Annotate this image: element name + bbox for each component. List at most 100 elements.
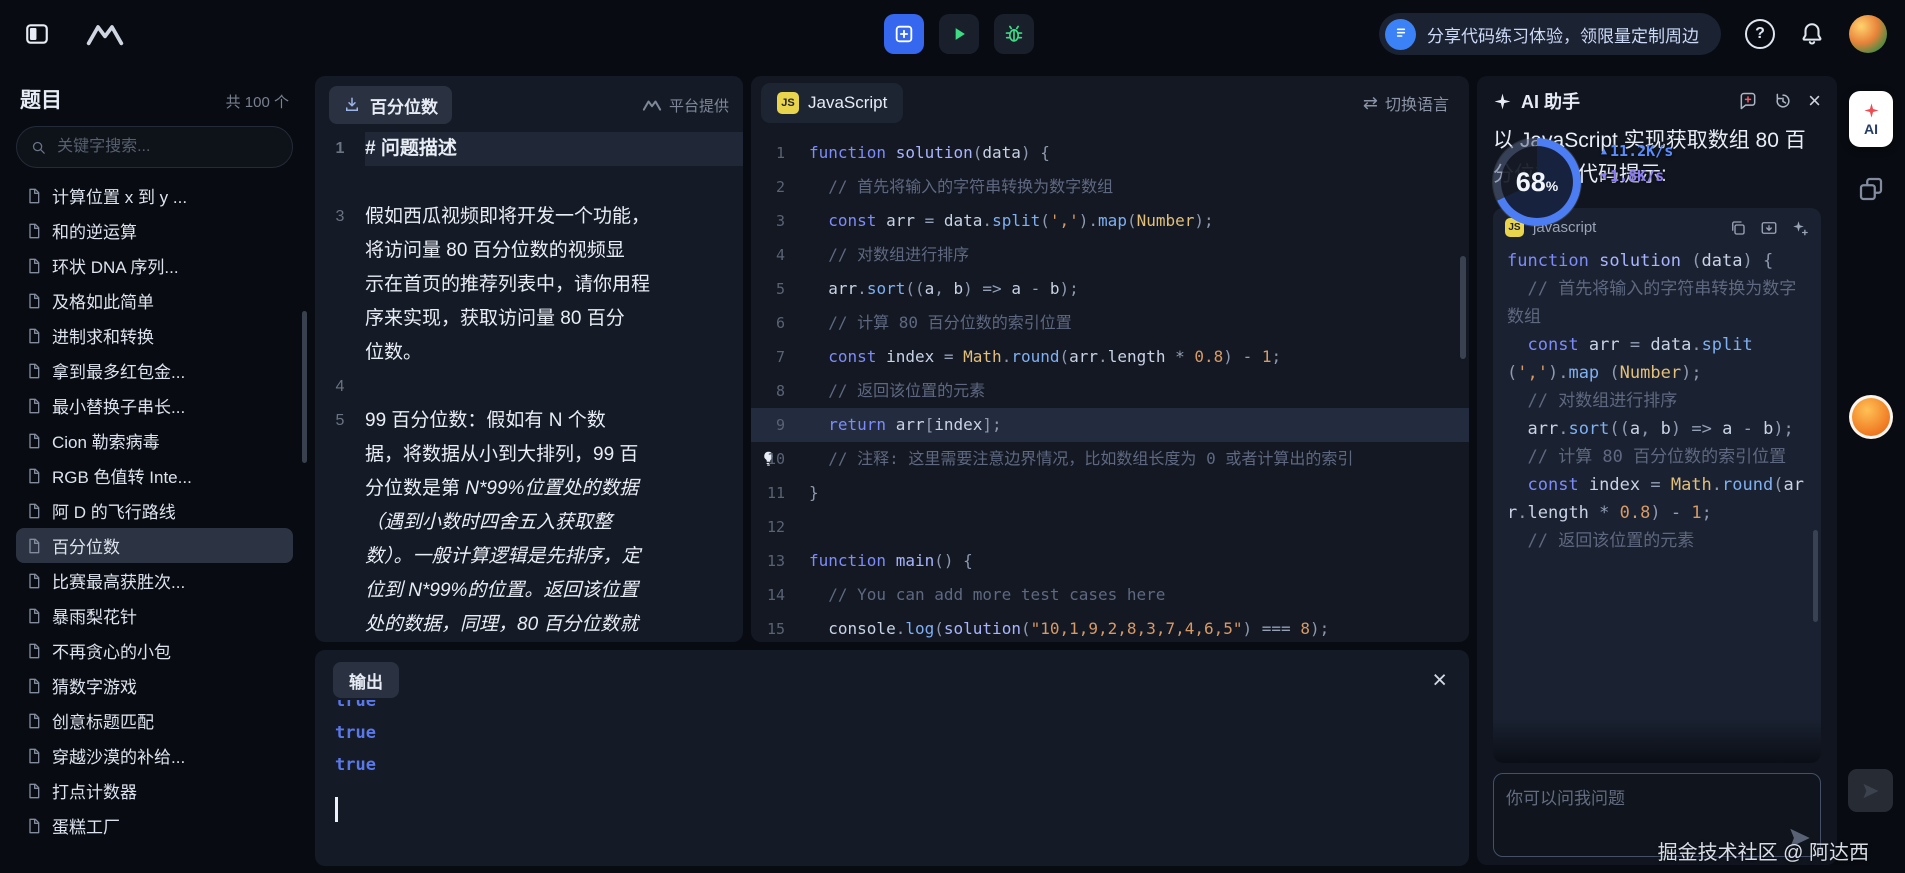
insert-code-icon[interactable] [1760, 219, 1778, 237]
code-line[interactable]: 14 // You can add more test cases here [751, 578, 1469, 612]
promo-banner[interactable]: 分享代码练习体验，领限量定制周边 [1379, 13, 1721, 55]
sidebar-item[interactable]: 及格如此简单 [16, 283, 293, 318]
sidebar-item-label: 拿到最多红包金... [52, 358, 185, 383]
sidebar-item[interactable]: 计算位置 x 到 y ... [16, 178, 293, 213]
switch-language-button[interactable]: ⇄ 切换语言 [1363, 91, 1449, 115]
sidebar-item[interactable]: 最小替换子串长... [16, 388, 293, 423]
activity-badge[interactable] [1849, 395, 1893, 439]
new-chat-icon[interactable] [1738, 91, 1758, 111]
sidebar-item[interactable]: RGB 色值转 Inte... [16, 458, 293, 493]
sidebar-item[interactable]: 创意标题匹配 [16, 703, 293, 738]
sidebar-item[interactable]: 蛋糕工厂 [16, 808, 293, 843]
code-line[interactable]: 12 [751, 510, 1469, 544]
ai-close-icon[interactable]: × [1808, 90, 1821, 112]
copy-icon[interactable] [1729, 219, 1747, 237]
code-line[interactable]: 13 function main() { [751, 544, 1469, 578]
sidebar-item-label: 环状 DNA 序列... [52, 253, 179, 278]
sidebar-scrollbar[interactable] [302, 311, 307, 463]
line-number: 2 [751, 170, 809, 204]
sidebar-item-label: 计算位置 x 到 y ... [52, 183, 187, 208]
app-logo[interactable] [82, 20, 128, 48]
sidebar-item[interactable]: 打点计数器 [16, 773, 293, 808]
code-line[interactable]: 4 // 对数组进行排序 [751, 238, 1469, 272]
new-snippet-button[interactable] [884, 14, 924, 54]
sidebar-item-label: 暴雨梨花针 [52, 603, 137, 628]
problem-line-number: 4 [315, 370, 365, 404]
search-input[interactable] [55, 137, 278, 157]
sidebar-item-label: 创意标题匹配 [52, 708, 154, 733]
sidebar-item[interactable]: 和的逆运算 [16, 213, 293, 248]
output-title: 输出 [349, 668, 383, 693]
language-tab[interactable]: JS JavaScript [761, 83, 903, 123]
debug-button[interactable] [994, 14, 1034, 54]
code-line[interactable]: 8 // 返回该位置的元素 [751, 374, 1469, 408]
problem-line-number [315, 506, 365, 540]
file-icon [26, 713, 42, 729]
notifications-button[interactable] [1799, 21, 1825, 47]
sidebar-item[interactable]: 暴雨梨花针 [16, 598, 293, 633]
ai-launcher-label: AI [1864, 121, 1878, 137]
run-button[interactable] [939, 14, 979, 54]
code-line[interactable]: 2 // 首先将输入的字符串转换为数字数组 [751, 170, 1469, 204]
problem-line: 4 [315, 370, 743, 404]
output-console[interactable]: truetruetrue [315, 700, 1469, 866]
code-area[interactable]: 1 function solution(data) { 2 // 首先将输入的字… [751, 130, 1469, 642]
code-line[interactable]: 1 function solution(data) { [751, 136, 1469, 170]
line-number: 5 [751, 272, 809, 306]
problem-line-number: 3 [315, 200, 365, 234]
file-icon [26, 328, 42, 344]
output-close-icon[interactable]: × [1432, 668, 1447, 693]
problem-line-number [315, 268, 365, 302]
file-icon [26, 783, 42, 799]
sidebar-item[interactable]: 环状 DNA 序列... [16, 248, 293, 283]
code-line[interactable]: 11 } [751, 476, 1469, 510]
line-number: 15 [751, 612, 809, 642]
swap-icon: ⇄ [1363, 93, 1378, 114]
code-line[interactable]: 7 const index = Math.round(arr.length * … [751, 340, 1469, 374]
file-icon [26, 538, 42, 554]
search-icon [31, 139, 46, 156]
download-icon[interactable] [343, 96, 361, 114]
editor-scrollbar[interactable] [1460, 256, 1466, 359]
search-box [16, 126, 293, 168]
history-icon[interactable] [1773, 91, 1793, 111]
code-line[interactable]: 6 // 计算 80 百分位数的索引位置 [751, 306, 1469, 340]
code-line[interactable]: 15 console.log(solution("10,1,9,2,8,3,7,… [751, 612, 1469, 642]
upload-speed: 11.2K/s [1610, 142, 1673, 160]
sidebar-item[interactable]: 百分位数 [16, 528, 293, 563]
sidebar-item[interactable]: Cion 勒索病毒 [16, 423, 293, 458]
code-line[interactable]: 10 // 注释: 这里需要注意边界情况，比如数组长度为 0 或者计算出的索引 [751, 442, 1469, 476]
sidebar-item[interactable]: 不再贪心的小包 [16, 633, 293, 668]
problem-line: 位数。 [315, 336, 743, 370]
sidebar-toggle-button[interactable] [18, 15, 56, 53]
ai-launcher-button[interactable]: AI [1849, 91, 1893, 147]
problem-line: 3 假如西瓜视频即将开发一个功能， [315, 200, 743, 234]
problem-line: 5 99 百分位数：假如有 N 个数 [315, 404, 743, 438]
problem-title-pill: 百分位数 [329, 86, 452, 124]
file-icon [26, 363, 42, 379]
widgets-button[interactable] [1856, 174, 1886, 204]
sidebar-item[interactable]: 拿到最多红包金... [16, 353, 293, 388]
output-line: true [335, 700, 1469, 717]
problem-panel: 百分位数 平台提供 1 # 问题描述 3 假如西瓜视频即将开发一个功能， [315, 76, 743, 642]
sidebar-item[interactable]: 阿 D 的飞行路线 [16, 493, 293, 528]
code-line[interactable]: 9 return arr[index]; [751, 408, 1469, 442]
sidebar-item[interactable]: 进制求和转换 [16, 318, 293, 353]
help-button[interactable]: ? [1745, 19, 1775, 49]
code-line[interactable]: 5 arr.sort((a, b) => a - b); [751, 272, 1469, 306]
sparkle-plus-icon[interactable] [1791, 219, 1809, 237]
console-caret [335, 797, 338, 822]
problem-line-number [315, 438, 365, 472]
progress-unit: % [1546, 178, 1558, 194]
code-line[interactable]: 3 const arr = data.split(',').map(Number… [751, 204, 1469, 238]
user-avatar[interactable] [1849, 15, 1887, 53]
right-toolbar: AI [1837, 68, 1905, 873]
sidebar-item[interactable]: 猜数字游戏 [16, 668, 293, 703]
floating-widget-button[interactable] [1848, 769, 1893, 812]
problem-description: 1 # 问题描述 3 假如西瓜视频即将开发一个功能， 将访问量 80 百分位数的… [315, 132, 743, 642]
sidebar-item[interactable]: 比赛最高获胜次... [16, 563, 293, 598]
ai-code-scrollbar[interactable] [1813, 530, 1818, 622]
sidebar-item[interactable]: 穿越沙漠的补给... [16, 738, 293, 773]
topbar: 分享代码练习体验，领限量定制周边 ? [0, 0, 1905, 68]
problem-line: 示在首页的推荐列表中，请你用程 [315, 268, 743, 302]
